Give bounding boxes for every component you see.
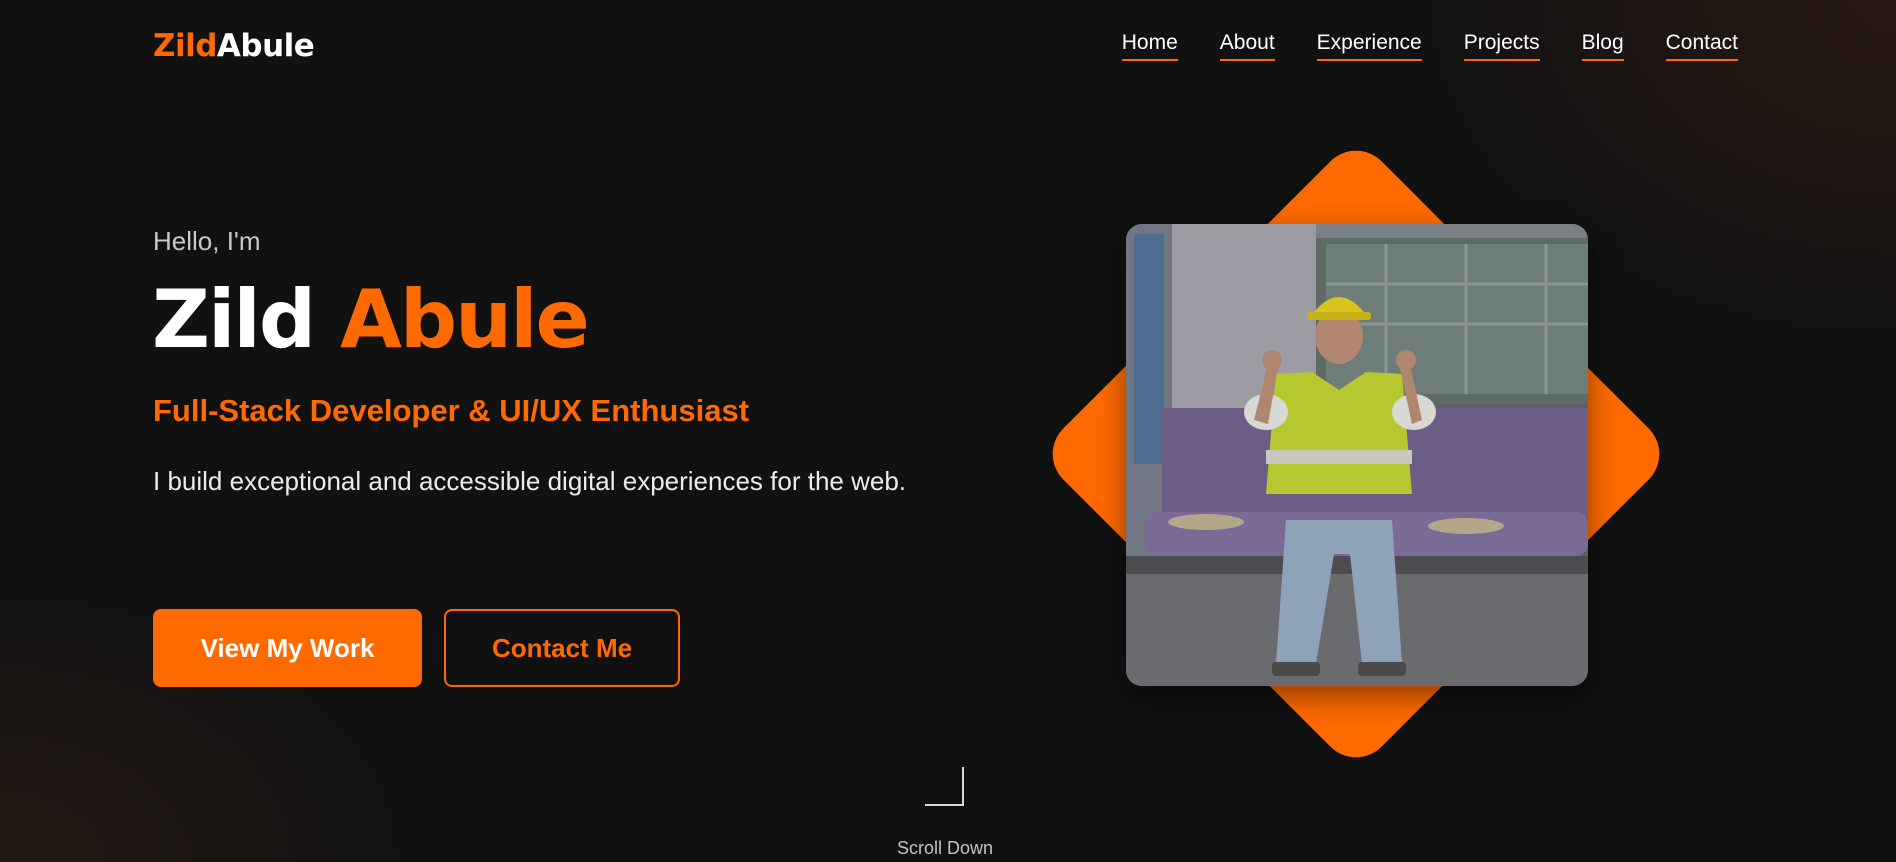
hero-description: I build exceptional and accessible digit… bbox=[153, 466, 907, 496]
site-logo[interactable]: ZildAbule bbox=[153, 26, 315, 66]
scroll-down-label[interactable]: Scroll Down bbox=[0, 838, 1890, 859]
nav-about[interactable]: About bbox=[1219, 30, 1275, 61]
nav-blog[interactable]: Blog bbox=[1581, 30, 1624, 61]
hero-name-first: Zild bbox=[152, 273, 316, 366]
logo-first: Zild bbox=[153, 28, 217, 64]
hero-name: Zild Abule bbox=[152, 270, 590, 370]
nav-home[interactable]: Home bbox=[1121, 30, 1178, 61]
contact-me-button[interactable]: Contact Me bbox=[444, 609, 680, 687]
hero-greeting: Hello, I'm bbox=[153, 226, 261, 256]
hero-role: Full-Stack Developer & UI/UX Enthusiast bbox=[153, 393, 750, 428]
main-nav: Home About Experience Projects Blog Cont… bbox=[1121, 30, 1738, 61]
profile-photo bbox=[1126, 224, 1588, 686]
nav-projects[interactable]: Projects bbox=[1463, 30, 1540, 61]
logo-last: Abule bbox=[216, 28, 315, 64]
nav-contact[interactable]: Contact bbox=[1665, 30, 1738, 61]
view-work-button[interactable]: View My Work bbox=[153, 609, 422, 687]
corner-arrow-icon[interactable] bbox=[924, 766, 964, 806]
nav-experience[interactable]: Experience bbox=[1316, 30, 1422, 61]
hero-name-last: Abule bbox=[339, 273, 590, 366]
portfolio-page: ZildAbule Home About Experience Projects… bbox=[0, 0, 1896, 862]
